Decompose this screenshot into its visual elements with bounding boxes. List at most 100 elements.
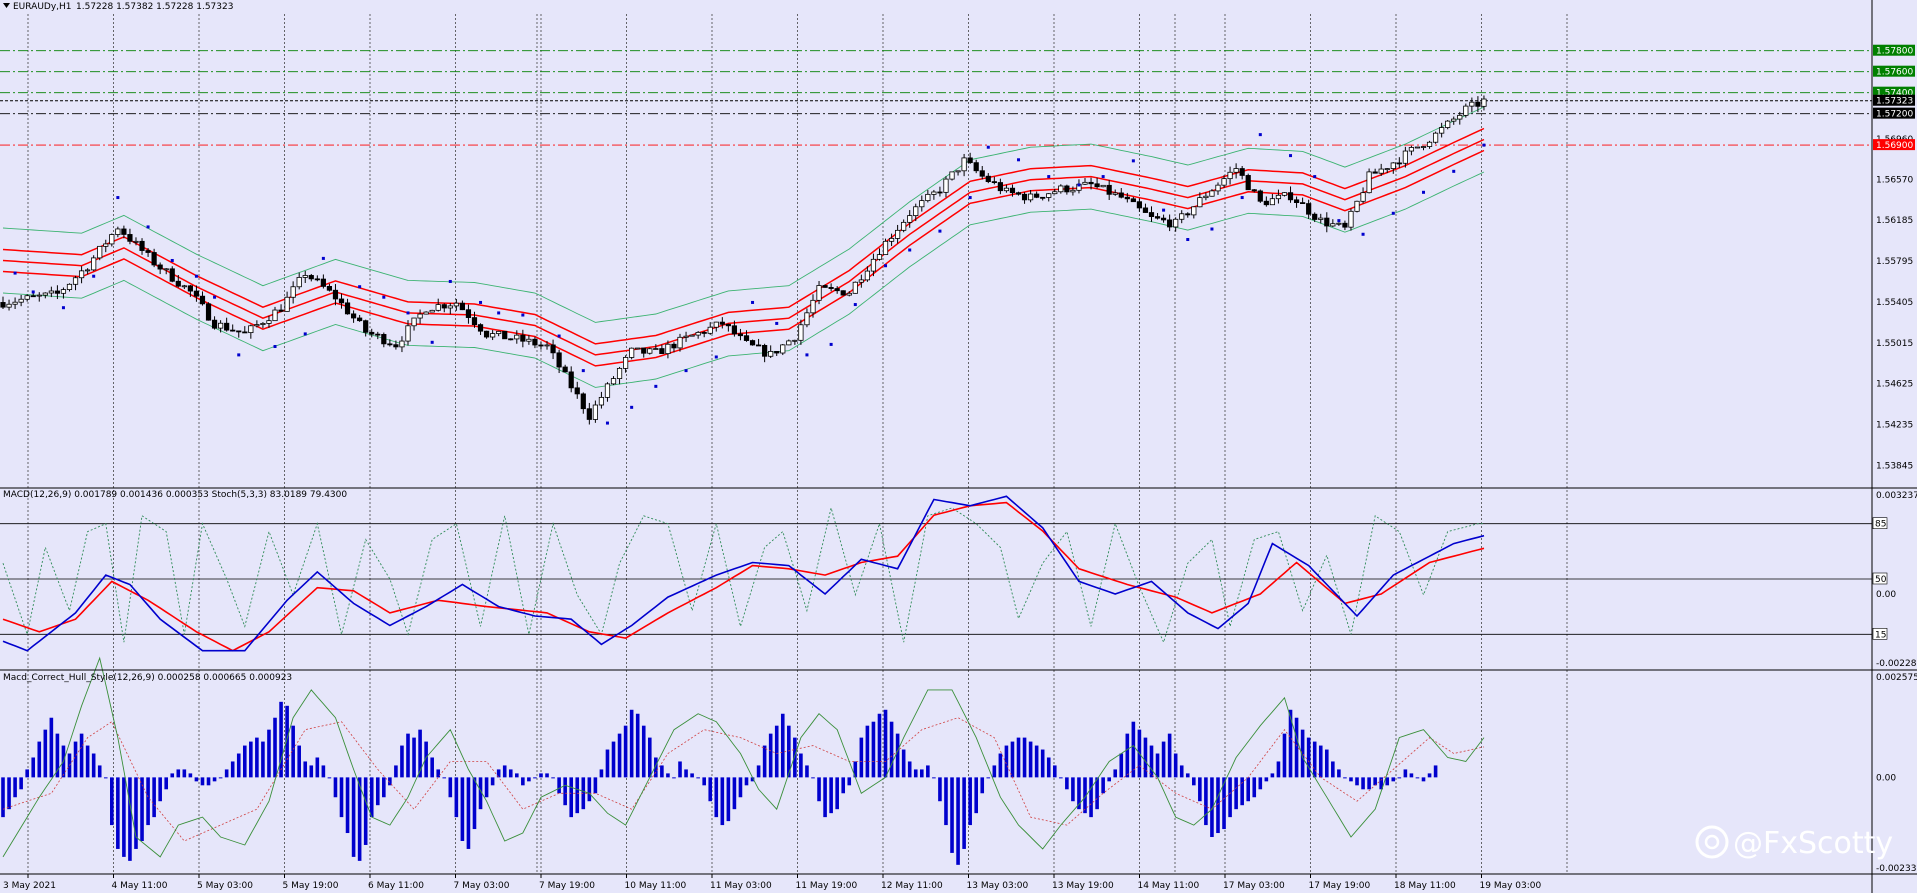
histogram-bar [261,741,265,778]
candle-body [1432,132,1439,143]
candle-body [695,332,701,336]
histogram-bar [865,725,870,778]
price-tick-label: 1.55015 [1876,339,1913,349]
histogram-bar [400,745,404,778]
watermark-text: @FxScotty [1733,826,1893,861]
histogram-bar [25,769,29,778]
histogram-bar [913,769,918,778]
candle-body [1136,201,1143,209]
histogram-bar [563,777,567,806]
histogram-bar [551,777,555,779]
candle-body [544,344,550,347]
psar-dot [1101,175,1105,179]
psar-dot [61,306,65,310]
candle-body [115,228,121,235]
histogram-bar [448,777,453,798]
candle-body [659,348,665,355]
candle-body [508,338,514,341]
candle-body [852,281,858,294]
histogram-bar [1367,777,1371,790]
histogram-bar [932,777,936,779]
psar-dot [1289,154,1293,158]
candle-body [834,288,840,292]
histogram-bar [660,765,664,778]
candle-body [610,378,617,385]
candle-body [381,334,387,345]
histogram-bar [938,777,942,802]
candle-body [254,324,260,327]
time-tick-label: 3 May 2021 [3,881,56,891]
psar-dot [968,196,972,200]
psar-dot [1482,143,1486,147]
hull-macd-title: Macd_Correct_Hull_Style(12,26,9) 0.00025… [3,673,292,683]
histogram-bar [466,777,471,849]
histogram-bar [327,777,332,779]
candle-body [1481,98,1487,107]
candle-body [48,290,54,294]
histogram-bar [635,713,640,778]
candle-body [532,338,538,346]
candle-body [477,324,484,332]
candle-body [1420,146,1427,148]
histogram-bar [508,769,513,778]
psar-dot [1361,232,1365,236]
candle-body [1118,192,1124,198]
level-price-label: 1.56900 [1876,141,1913,151]
histogram-bar [49,717,54,778]
histogram-bar [1059,777,1063,779]
candle-body [1239,168,1245,176]
candle-body [490,333,496,338]
time-tick-label: 4 May 11:00 [112,881,168,891]
candle-body [18,298,24,303]
histogram-bar [744,777,749,786]
candle-body [683,335,689,338]
candle-body [1306,203,1312,215]
candle-body [187,285,193,292]
psar-dot [92,274,96,278]
histogram-bar [823,777,827,818]
candle-body [792,339,798,342]
candle-body [242,331,248,334]
histogram-bar [351,777,356,857]
time-tick-label: 11 May 03:00 [710,881,772,891]
trading-chart[interactable]: 1.569601.565701.561851.557951.554051.550… [0,0,1917,893]
candle-body [604,383,611,398]
time-tick-label: 18 May 11:00 [1394,881,1456,891]
histogram-bar [236,753,241,778]
histogram-bar [242,745,247,778]
time-tick-label: 17 May 03:00 [1223,881,1285,891]
histogram-bar [672,777,676,779]
histogram-bar [1,777,5,818]
candle-body [157,264,163,270]
psar-dot [751,300,755,304]
candle-body [471,317,478,326]
candle-body [901,221,907,231]
histogram-bar [708,777,713,802]
histogram-bar [484,777,489,798]
level-price-label: 1.57600 [1876,68,1913,78]
candle-body [1469,101,1475,107]
price-tick-label: 1.54235 [1876,421,1913,431]
histogram-bar [31,757,36,778]
psar-dot [521,313,525,317]
histogram-bar [817,777,821,802]
candle-body [151,252,157,266]
candle-body [411,317,417,327]
histogram-bar [116,777,120,849]
histogram-bar [460,777,465,841]
histogram-bar [164,777,169,790]
candle-body [1233,168,1239,173]
candle-body [36,294,42,297]
candle-body [1191,206,1197,216]
histogram-bar [835,777,839,810]
candle-body [653,348,659,350]
histogram-bar [176,769,181,778]
histogram-bar [230,761,235,778]
histogram-bar [170,773,175,778]
candle-body [1451,118,1457,122]
price-tick-label: 1.55795 [1876,257,1913,267]
price-tick-label: 1.55405 [1876,298,1913,308]
histogram-bar [1240,777,1244,806]
candle-body [707,326,713,334]
histogram-bar [188,773,193,778]
